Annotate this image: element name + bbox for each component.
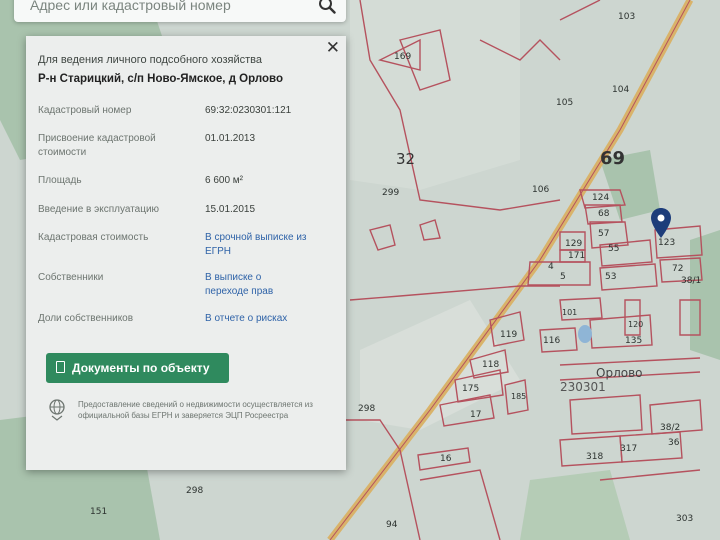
- globe-shield-icon: [49, 399, 65, 421]
- parcel-address: Р-н Старицкий, с/п Ново-Ямское, д Орлово: [38, 73, 283, 85]
- parcel-label: 303: [676, 514, 694, 524]
- parcel-label: 105: [556, 98, 574, 108]
- district-number: 32: [396, 150, 416, 168]
- row-label: Присвоение кадастровой стоимости: [38, 133, 156, 158]
- parcel-label: 53: [605, 272, 617, 282]
- location-pin-icon[interactable]: [651, 208, 671, 238]
- parcel-label: 106: [532, 185, 550, 195]
- document-icon: [56, 361, 65, 373]
- parcel-label: 298: [186, 486, 204, 496]
- parcel-label: 103: [618, 12, 636, 22]
- button-label: Документы по объекту: [72, 361, 210, 375]
- parcel-label: 318: [586, 452, 604, 462]
- parcel-label: 104: [612, 85, 630, 95]
- row-label: Доли собственников: [38, 313, 134, 324]
- parcel-label: 94: [386, 520, 398, 530]
- parcel-label: 298: [358, 404, 376, 414]
- egrn-disclaimer: Предоставление сведений о недвижимости о…: [78, 400, 313, 420]
- row-value: 15.01.2015: [205, 204, 256, 215]
- parcel-label: 55: [608, 244, 620, 254]
- parcel-label: 124: [592, 193, 610, 203]
- parcel-label: 68: [598, 209, 610, 219]
- parcel-info-panel: ✕ Для ведения личного подсобного хозяйст…: [26, 36, 346, 470]
- parcel-label: 38/2: [660, 423, 681, 433]
- quarter-number: 230301: [560, 380, 606, 394]
- row-value: 69:32:0230301:121: [205, 105, 292, 116]
- cadastral-value-link[interactable]: В срочной выписке из ЕГРН: [205, 231, 315, 259]
- parcel-label: 129: [565, 239, 583, 249]
- parcel-label: 4: [548, 262, 554, 272]
- row-label: Введение в эксплуатацию: [38, 204, 160, 215]
- row-label: Площадь: [38, 175, 82, 186]
- parcel-purpose: Для ведения личного подсобного хозяйства: [38, 54, 262, 66]
- parcel-label: 169: [394, 52, 412, 62]
- parcel-label: 123: [658, 238, 676, 248]
- parcel-label: 16: [440, 454, 452, 464]
- search-placeholder[interactable]: Адрес или кадастровый номер: [30, 0, 231, 13]
- parcel-label: 185: [511, 392, 527, 401]
- row-value: 01.01.2013: [205, 133, 256, 144]
- row-label: Кадастровый номер: [38, 105, 132, 116]
- parcel-label: 118: [482, 360, 500, 370]
- parcel-label: 299: [382, 188, 400, 198]
- village-name: Орлово: [596, 366, 643, 380]
- parcel-label: 119: [500, 330, 518, 340]
- owners-link[interactable]: В выписке о переходе прав: [205, 271, 305, 299]
- row-label: Кадастровая стоимость: [38, 232, 149, 243]
- search-box[interactable]: Адрес или кадастровый номер: [14, 0, 346, 22]
- row-value: 6 600 м²: [205, 175, 244, 186]
- parcel-label: 5: [560, 272, 566, 282]
- parcel-label: 171: [568, 251, 586, 261]
- parcel-label: 101: [562, 308, 578, 317]
- road-number: 69: [600, 148, 626, 169]
- object-documents-button[interactable]: Документы по объекту: [46, 353, 229, 383]
- search-icon[interactable]: [318, 0, 336, 14]
- close-icon[interactable]: ✕: [326, 38, 340, 58]
- parcel-label: 135: [625, 336, 643, 346]
- parcel-label: 317: [620, 444, 638, 454]
- row-label: Собственники: [38, 272, 104, 283]
- parcel-label: 36: [668, 438, 680, 448]
- parcel-label: 72: [672, 264, 684, 274]
- parcel-label: 120: [628, 320, 644, 329]
- parcel-label: 38/1: [681, 276, 702, 286]
- parcel-label: 17: [470, 410, 482, 420]
- owner-shares-link[interactable]: В отчете о рисках: [205, 312, 335, 326]
- parcel-label: 151: [90, 507, 108, 517]
- parcel-label: 57: [598, 229, 610, 239]
- parcel-label: 116: [543, 336, 561, 346]
- parcel-label: 175: [462, 384, 480, 394]
